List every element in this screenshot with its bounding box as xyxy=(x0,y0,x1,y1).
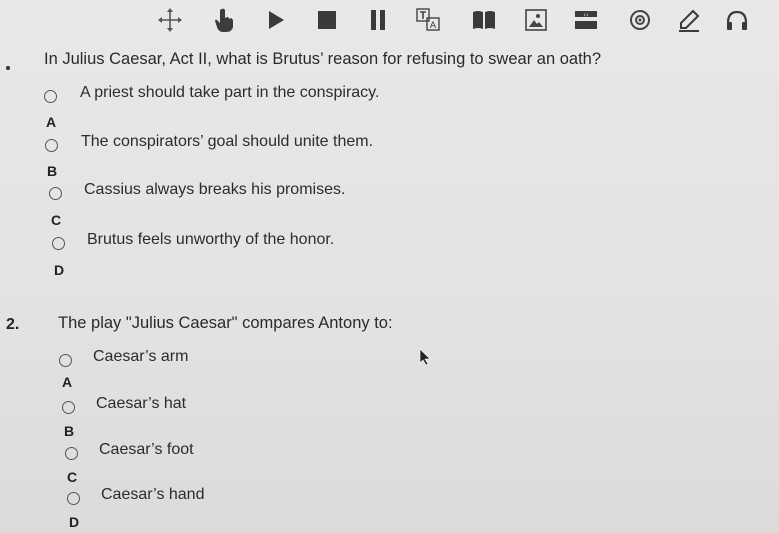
radio-q1-d[interactable] xyxy=(52,237,65,250)
option-q1-a-text[interactable]: A priest should take part in the conspir… xyxy=(80,84,379,102)
radio-q2-d[interactable] xyxy=(67,492,80,505)
radio-q2-a[interactable] xyxy=(59,354,72,367)
option-q2-b-text[interactable]: Caesar’s hat xyxy=(96,395,186,413)
pause-icon[interactable] xyxy=(364,6,392,34)
mouse-cursor-icon xyxy=(418,348,432,371)
question-2-number: 2. xyxy=(6,316,20,333)
radio-q2-b[interactable] xyxy=(62,401,75,414)
question-2-text: The play "Julius Caesar" compares Antony… xyxy=(58,314,393,332)
headphones-icon[interactable] xyxy=(723,6,751,34)
text-size-icon[interactable]: A xyxy=(415,6,443,34)
option-q2-a-letter: A xyxy=(62,374,73,390)
code-label: ‹› xyxy=(583,11,589,19)
toolbar: A ‹› xyxy=(0,0,779,40)
question-number-fragment xyxy=(6,66,10,70)
option-q2-c-text[interactable]: Caesar’s foot xyxy=(99,441,194,459)
option-q2-d-letter: D xyxy=(69,514,80,530)
accessibility-icon[interactable] xyxy=(626,6,654,34)
option-q2-c-letter: C xyxy=(67,469,78,485)
pen-icon[interactable] xyxy=(675,6,703,34)
radio-q1-a[interactable] xyxy=(44,90,57,103)
text-size-label: A xyxy=(430,21,437,31)
option-q1-b-letter: B xyxy=(47,163,58,179)
highlight-code-icon[interactable]: ‹› xyxy=(572,6,600,34)
option-q2-a-text[interactable]: Caesar’s arm xyxy=(93,348,188,366)
option-q2-b-letter: B xyxy=(64,423,75,439)
option-q1-d-letter: D xyxy=(54,262,65,278)
option-q1-c-letter: C xyxy=(51,212,62,228)
option-q2-d-text[interactable]: Caesar’s hand xyxy=(101,486,204,504)
radio-q2-c[interactable] xyxy=(65,447,78,460)
book-icon[interactable] xyxy=(470,6,498,34)
option-q1-b-text[interactable]: The conspirators’ goal should unite them… xyxy=(81,133,373,151)
option-q1-a-letter: A xyxy=(46,114,57,130)
option-q1-d-text[interactable]: Brutus feels unworthy of the honor. xyxy=(87,231,334,249)
pointer-hand-icon[interactable] xyxy=(210,6,238,34)
radio-q1-b[interactable] xyxy=(45,139,58,152)
question-1-text: In Julius Caesar, Act II, what is Brutus… xyxy=(44,50,602,68)
option-q1-c-text[interactable]: Cassius always breaks his promises. xyxy=(84,181,345,199)
image-icon[interactable] xyxy=(522,6,550,34)
play-icon[interactable] xyxy=(262,6,290,34)
move-icon[interactable] xyxy=(156,6,184,34)
radio-q1-c[interactable] xyxy=(49,187,62,200)
stop-icon[interactable] xyxy=(313,6,341,34)
